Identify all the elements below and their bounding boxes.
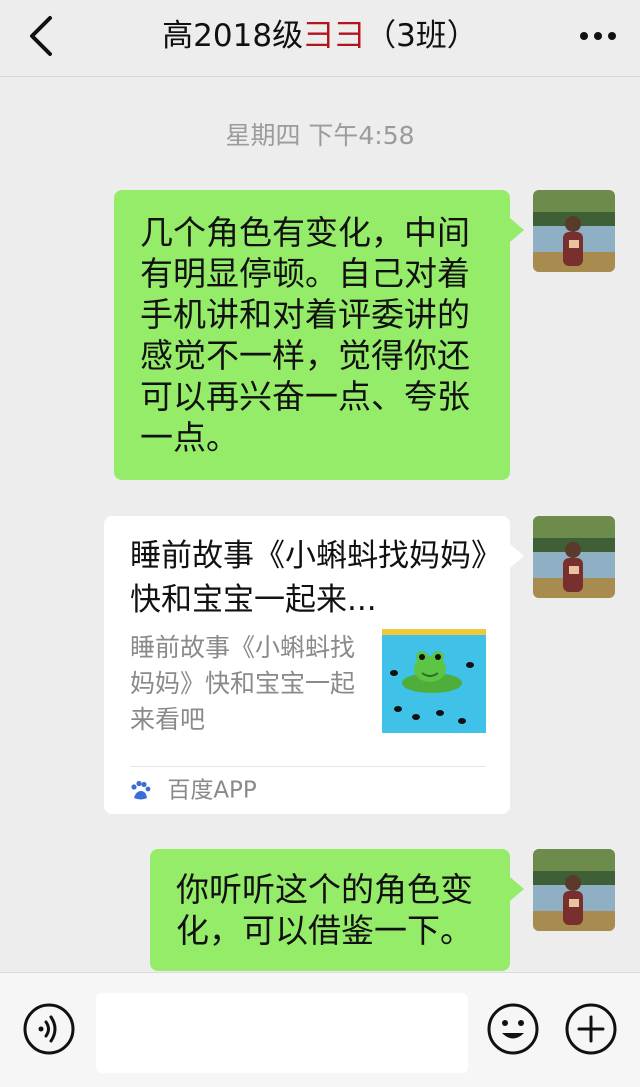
emoji-icon[interactable] [486, 1002, 540, 1056]
avatar-photo [533, 849, 615, 931]
chat-timestamp: 星期四 下午4:58 [225, 121, 415, 150]
link-card-description: 睡前故事《小蝌蚪找妈妈》快和宝宝一起来看吧 [130, 633, 356, 734]
link-card-source-label: 百度APP [167, 777, 257, 804]
message-text: 几个角色有变化，中间有明显停顿。自己对着手机讲和对着评委讲的感觉不一样，觉得你还… [140, 213, 470, 457]
chevron-left-icon[interactable] [24, 14, 60, 58]
link-card[interactable]: 睡前故事《小蝌蚪找妈妈》快和宝宝一起来... 睡前故事《小蝌蚪找妈妈》快和宝宝一… [104, 516, 524, 814]
baidu-paw-icon [131, 780, 151, 799]
avatar-photo [533, 190, 615, 272]
chat-header: 高2018级彐彐（3班） [0, 0, 640, 77]
avatar-photo [533, 516, 615, 598]
bubble-tail [510, 218, 524, 242]
link-card-source: 百度APP [128, 774, 257, 806]
card-tail [510, 544, 524, 568]
message-bubble[interactable]: 几个角色有变化，中间有明显停顿。自己对着手机讲和对着评委讲的感觉不一样，觉得你还… [114, 190, 524, 480]
bubble-tail [510, 877, 524, 901]
link-card-thumbnail [382, 629, 486, 733]
card-divider [130, 766, 486, 767]
chat-title: 高2018级彐彐（3班） [100, 12, 540, 60]
input-bar [0, 972, 640, 1087]
chat-title-suffix: （3班） [365, 18, 478, 54]
voice-icon[interactable] [22, 1002, 76, 1056]
avatar[interactable] [533, 516, 615, 598]
message-input[interactable] [96, 993, 468, 1073]
frog-thumbnail-image [382, 629, 486, 733]
link-card-title: 睡前故事《小蝌蚪找妈妈》快和宝宝一起来... [130, 538, 487, 618]
avatar[interactable] [533, 849, 615, 931]
avatar[interactable] [533, 190, 615, 272]
message-text: 你听听这个的角色变化，可以借鉴一下。 [176, 870, 473, 950]
chat-title-prefix: 高2018级 [162, 18, 304, 54]
plus-icon[interactable] [564, 1002, 618, 1056]
chat-title-redacted: 彐彐 [303, 18, 366, 54]
more-dots-icon[interactable] [578, 24, 618, 48]
message-bubble[interactable]: 你听听这个的角色变化，可以借鉴一下。 [150, 849, 524, 971]
